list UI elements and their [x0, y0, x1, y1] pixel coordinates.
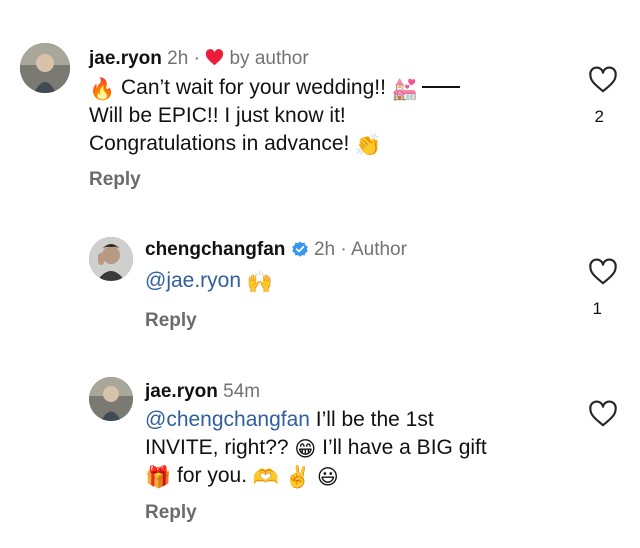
comment-text: @jae.ryon 🙌 [145, 267, 273, 295]
comment-line-text: for you. [171, 464, 253, 487]
separator: · [340, 239, 347, 260]
comment-line-text: Can’t wait for your wedding!! [115, 76, 392, 99]
verified-badge-icon [291, 241, 308, 257]
avatar[interactable] [89, 237, 133, 281]
comment-line: 🎁 for you. 🫶 ✌️ 😃 [145, 462, 487, 490]
comment-line-text: Will be EPIC!! I just know it! [89, 104, 346, 127]
comment-line: Congratulations in advance! 👏 [89, 130, 460, 158]
dash-line [421, 86, 460, 88]
heart-outline-icon[interactable] [588, 400, 618, 428]
reply-button[interactable]: Reply [145, 310, 197, 332]
reply-button[interactable]: Reply [89, 169, 141, 191]
separator: · [193, 48, 200, 69]
comment-line-text: Congratulations in advance! [89, 132, 356, 155]
fire-emoji: 🔥 [89, 78, 116, 101]
heart-outline-icon[interactable] [588, 66, 618, 94]
comment-text: 🔥 Can’t wait for your wedding!! 💒 Will b… [89, 74, 460, 158]
comment-header: jae.ryon 2h · by author [89, 48, 309, 70]
grinning-face-emoji: 😁 [294, 438, 317, 461]
comment-line-text: I’ll have a BIG gift [316, 436, 487, 459]
avatar-photo [89, 237, 133, 281]
comment-line: Will be EPIC!! I just know it! [89, 102, 460, 130]
like-count: 2 [594, 107, 604, 126]
comment-line: 🔥 Can’t wait for your wedding!! 💒 [89, 74, 460, 102]
red-heart-icon [206, 49, 224, 66]
timestamp: 54m [223, 381, 261, 402]
clapping-hands-emoji: 👏 [355, 134, 382, 157]
avatar-photo [89, 377, 133, 421]
timestamp: 2h [313, 239, 336, 260]
smiley-face-emoji: 😃 [316, 466, 339, 489]
victory-hand-emoji: ✌️ [284, 466, 312, 489]
avatar[interactable] [89, 377, 133, 421]
timestamp: 2h [167, 48, 189, 69]
comment-text: @chengchangfan I’ll be the 1st INVITE, r… [145, 406, 487, 490]
heart-outline-icon[interactable] [588, 258, 618, 286]
username[interactable]: chengchangfan [145, 239, 285, 260]
gift-emoji: 🎁 [145, 466, 172, 489]
comment-line-text: INVITE, right?? [145, 436, 295, 459]
comment-header: chengchangfan 2h · Author [145, 239, 407, 261]
comment-header: jae.ryon 54m [145, 381, 260, 403]
comment-line-text: I’ll be the 1st [309, 408, 434, 431]
avatar-photo [20, 43, 70, 93]
mention-link[interactable]: @chengchangfan [145, 408, 310, 431]
author-label: Author [350, 239, 407, 260]
comment-line: @chengchangfan I’ll be the 1st [145, 406, 487, 434]
comment-line: INVITE, right?? 😁 I’ll have a BIG gift [145, 434, 487, 462]
mention-link[interactable]: @jae.ryon [145, 269, 241, 292]
like-count: 1 [592, 299, 602, 318]
username[interactable]: jae.ryon [145, 381, 218, 402]
raising-hands-emoji: 🙌 [246, 271, 274, 294]
username[interactable]: jae.ryon [89, 48, 162, 69]
reply-button[interactable]: Reply [145, 502, 197, 524]
wedding-chapel-emoji: 💒 [391, 78, 418, 101]
avatar[interactable] [20, 43, 70, 93]
liked-by-author-label: by author [229, 48, 309, 69]
heart-hands-emoji: 🫶 [252, 466, 280, 489]
